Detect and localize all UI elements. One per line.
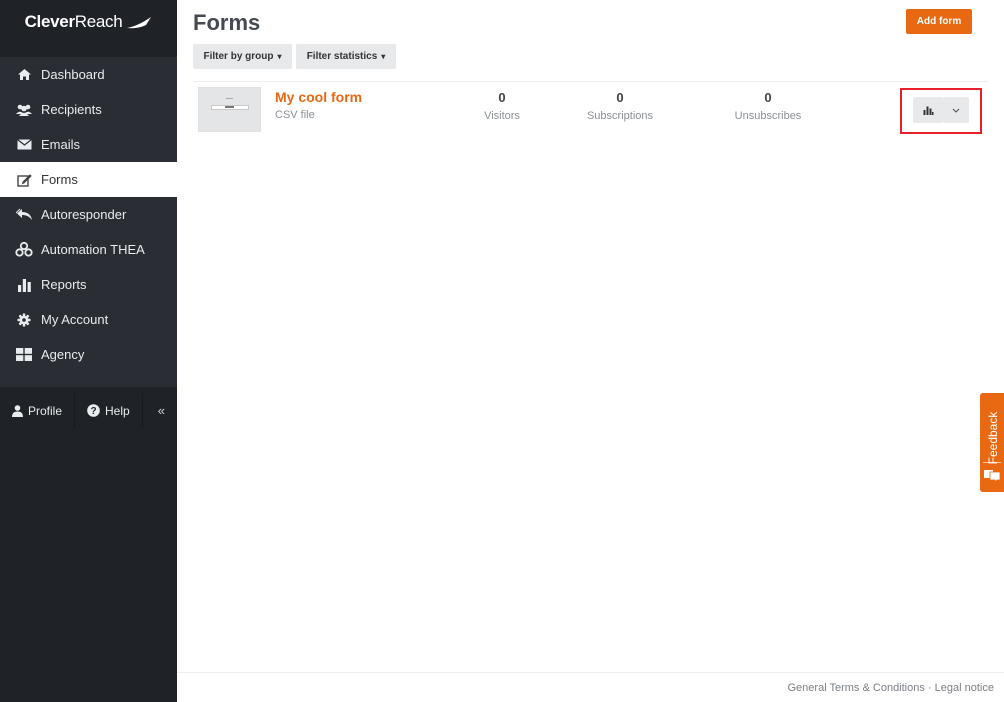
- filter-by-group-button[interactable]: Filter by group ▾: [193, 44, 292, 69]
- logo-swoosh-icon: [127, 17, 152, 29]
- sidebar-item-label: Reports: [41, 277, 87, 292]
- stat-label: Unsubscribes: [734, 110, 802, 122]
- legal-notice-link[interactable]: Legal notice: [935, 682, 994, 694]
- stat-label: Subscriptions: [586, 110, 654, 122]
- cubes-icon: [14, 242, 34, 258]
- stat-subscriptions: 0 Subscriptions: [560, 90, 680, 122]
- help-label: Help: [105, 403, 130, 418]
- sidebar-item-my-account[interactable]: My Account: [0, 302, 177, 337]
- sidebar-item-label: Autoresponder: [41, 207, 127, 222]
- highlight-box: [900, 88, 982, 134]
- svg-text:?: ?: [90, 406, 96, 417]
- bar-chart-icon: [14, 277, 34, 293]
- sidebar: CleverReach Dashboard Recipients Emails …: [0, 0, 177, 702]
- sidebar-item-label: Dashboard: [41, 67, 105, 82]
- edit-icon: [14, 172, 34, 188]
- sidebar-item-agency[interactable]: Agency: [0, 337, 177, 372]
- profile-button[interactable]: Profile: [0, 393, 74, 428]
- reply-all-icon: [14, 207, 34, 223]
- profile-bar: Profile ? Help «: [0, 393, 177, 428]
- grid-icon: [14, 347, 34, 363]
- sidebar-nav: Dashboard Recipients Emails Forms Autore…: [0, 57, 177, 387]
- app-root: CleverReach Dashboard Recipients Emails …: [0, 0, 1004, 702]
- envelope-icon: [14, 137, 34, 153]
- sidebar-item-label: Forms: [41, 172, 78, 187]
- form-thumbnail[interactable]: [198, 87, 261, 132]
- sidebar-item-label: My Account: [41, 312, 109, 327]
- gear-icon: [14, 312, 34, 328]
- footer-separator: ·: [927, 682, 932, 694]
- sidebar-item-recipients[interactable]: Recipients: [0, 92, 177, 127]
- stat-visitors: 0 Visitors: [442, 90, 562, 122]
- logo-text: CleverReach: [24, 12, 123, 31]
- sidebar-item-reports[interactable]: Reports: [0, 267, 177, 302]
- sidebar-item-dashboard[interactable]: Dashboard: [0, 57, 177, 92]
- sidebar-item-label: Emails: [41, 137, 81, 152]
- stat-value: 0: [616, 90, 624, 105]
- sidebar-item-label: Automation THEA: [41, 242, 145, 257]
- stat-unsubscribes: 0 Unsubscribes: [708, 90, 828, 122]
- help-button[interactable]: ? Help: [75, 393, 142, 428]
- terms-link[interactable]: General Terms & Conditions: [788, 682, 925, 694]
- filter-by-group-label: Filter by group: [203, 51, 274, 62]
- users-icon: [14, 102, 34, 118]
- sidebar-item-label: Agency: [41, 347, 85, 362]
- collapse-sidebar-button[interactable]: «: [146, 393, 177, 428]
- filter-statistics-button[interactable]: Filter statistics ▾: [296, 44, 396, 69]
- form-row: My cool form CSV file 0 Visitors 0 Subsc…: [193, 82, 988, 138]
- sidebar-item-automation-thea[interactable]: Automation THEA: [0, 232, 177, 267]
- sidebar-item-label: Recipients: [41, 102, 102, 117]
- caret-down-icon: ▾: [277, 52, 282, 61]
- divider: [983, 462, 1001, 463]
- profile-label: Profile: [28, 403, 63, 418]
- feedback-tab[interactable]: Feedback: [980, 393, 1004, 492]
- stat-value: 0: [498, 90, 506, 105]
- home-icon: [14, 67, 34, 83]
- user-icon: [12, 404, 23, 417]
- stat-value: 0: [764, 90, 772, 105]
- footer: General Terms & Conditions · Legal notic…: [788, 682, 995, 694]
- divider: [141, 393, 143, 428]
- stat-label: Visitors: [484, 110, 520, 122]
- logo[interactable]: CleverReach: [0, 0, 177, 44]
- question-circle-icon: ?: [87, 404, 100, 417]
- page-title: Forms: [193, 10, 261, 35]
- add-form-button[interactable]: Add form: [906, 9, 972, 34]
- sidebar-item-autoresponder[interactable]: Autoresponder: [0, 197, 177, 232]
- comment-icon: [984, 470, 1001, 482]
- divider: [177, 672, 1004, 673]
- sidebar-item-forms[interactable]: Forms: [0, 162, 177, 197]
- form-type: CSV file: [275, 109, 315, 121]
- caret-down-icon: ▾: [381, 52, 386, 61]
- form-name-link[interactable]: My cool form: [275, 89, 362, 105]
- sidebar-item-emails[interactable]: Emails: [0, 127, 177, 162]
- filter-statistics-label: Filter statistics: [306, 51, 378, 62]
